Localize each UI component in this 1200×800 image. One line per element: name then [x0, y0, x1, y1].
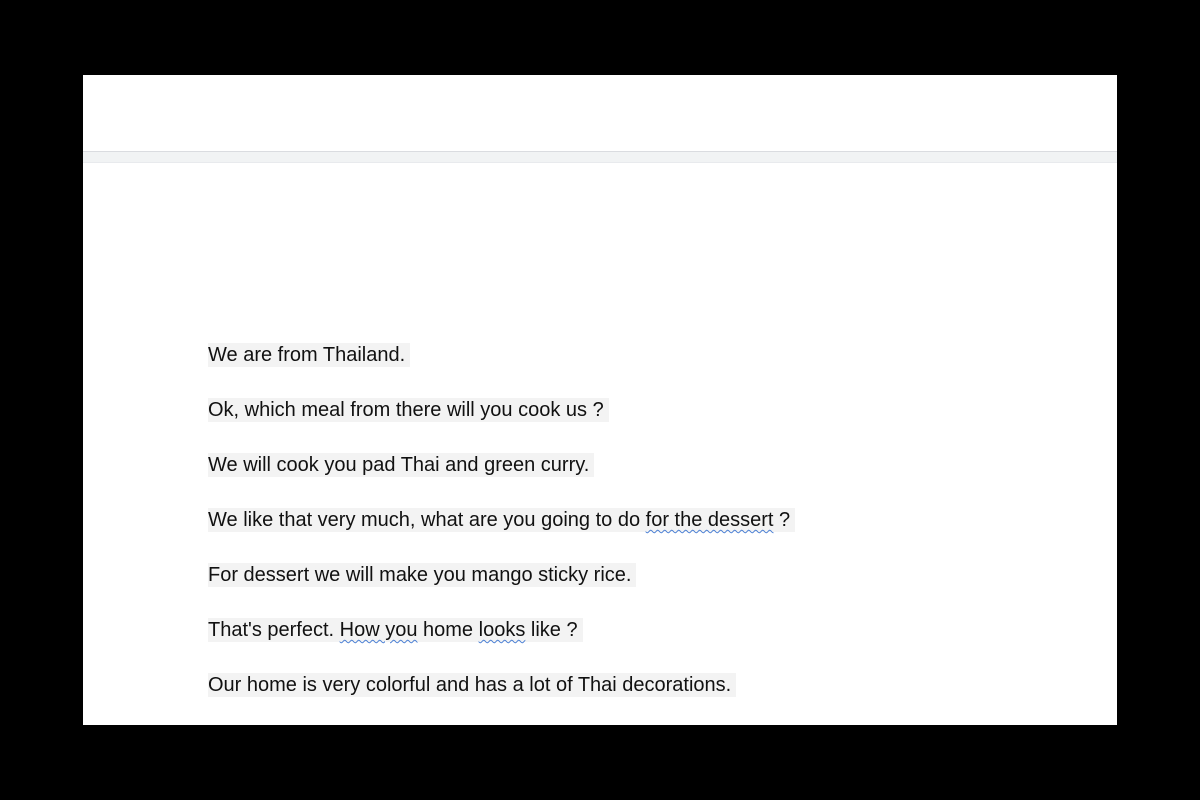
paragraph[interactable]: We will cook you pad Thai and green curr…	[208, 453, 795, 508]
paragraph[interactable]: For dessert we will make you mango stick…	[208, 563, 795, 618]
text-run: We like that very much, what are you goi…	[208, 509, 646, 531]
text-run: ?	[773, 509, 791, 531]
text-run: We will cook you pad Thai and green curr…	[208, 454, 590, 476]
paragraph[interactable]: We like that very much, what are you goi…	[208, 508, 796, 563]
text-run: That's perfect.	[208, 619, 340, 641]
page-break	[83, 151, 1117, 163]
paragraph[interactable]: Our home is very colorful and has a lot …	[208, 673, 795, 725]
paragraph[interactable]: We are from Thailand.	[208, 343, 795, 398]
spellcheck-flagged-text[interactable]: looks	[479, 619, 526, 641]
paragraph[interactable]: That's perfect. How you home looks like …	[208, 618, 795, 673]
paragraph[interactable]: Ok, which meal from there will you cook …	[208, 398, 795, 453]
text-run: We are from Thailand.	[208, 344, 406, 366]
text-run: Our home is very colorful and has a lot …	[208, 674, 732, 696]
spellcheck-flagged-text[interactable]: for the dessert	[646, 509, 774, 531]
previous-page-bottom	[83, 75, 1117, 151]
text-run: For dessert we will make you mango stick…	[208, 564, 632, 586]
text-run: home	[417, 619, 479, 641]
document-window: We are from Thailand. Ok, which meal fro…	[83, 75, 1117, 725]
spellcheck-flagged-text[interactable]: How you	[340, 619, 418, 641]
text-run: Ok, which meal from there will you cook …	[208, 399, 604, 421]
document-text[interactable]: We are from Thailand. Ok, which meal fro…	[208, 343, 796, 725]
text-run: like ?	[525, 619, 578, 641]
